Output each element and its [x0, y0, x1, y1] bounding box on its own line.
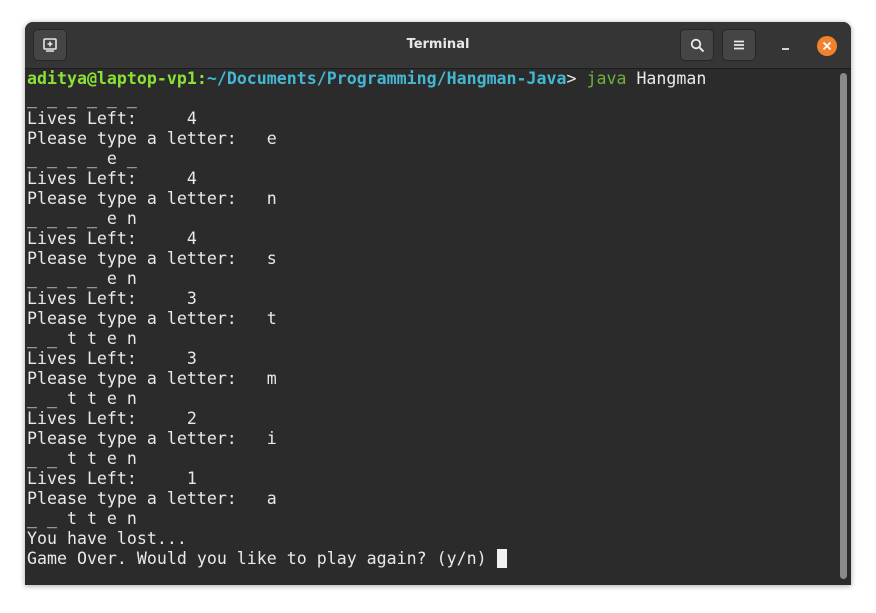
output-line: _ _ t t e n	[27, 329, 137, 348]
scrollbar[interactable]	[837, 69, 851, 585]
output-line: _ _ _ _ e n	[27, 209, 137, 228]
output-line: Please type a letter: n	[27, 189, 277, 208]
scrollbar-thumb[interactable]	[840, 73, 847, 579]
output-line: You have lost...	[27, 529, 187, 548]
output-line: Lives Left: 4	[27, 169, 197, 188]
close-icon	[822, 41, 832, 51]
output-line: _ _ t t e n	[27, 449, 137, 468]
minimize-button[interactable]	[777, 36, 795, 54]
output-line: _ _ _ _ _ _	[27, 89, 137, 108]
text-cursor	[496, 549, 507, 568]
title-bar: Terminal	[25, 22, 851, 69]
terminal-output[interactable]: aditya@laptop-vp1:~/Documents/Programmin…	[25, 69, 837, 585]
output-line: Please type a letter: t	[27, 309, 277, 328]
output-line: Lives Left: 2	[27, 409, 197, 428]
input-prompt-line: Game Over. Would you like to play again?…	[27, 549, 837, 569]
output-line: _ _ _ _ e n	[27, 269, 137, 288]
menu-button[interactable]	[722, 29, 756, 61]
play-again-prompt: Game Over. Would you like to play again?…	[27, 549, 487, 568]
output-line: Lives Left: 3	[27, 349, 197, 368]
search-button[interactable]	[680, 29, 714, 61]
prompt-symbol: >	[566, 69, 587, 88]
output-line: _ _ t t e n	[27, 389, 137, 408]
prompt-line: aditya@laptop-vp1:~/Documents/Programmin…	[27, 69, 837, 89]
output-line: Please type a letter: e	[27, 129, 277, 148]
terminal-window: Terminal aditya@laptop-vp1:~/Documents/P…	[25, 22, 851, 585]
search-icon	[690, 38, 705, 53]
prompt-separator: :	[196, 69, 207, 88]
output-line: Lives Left: 3	[27, 289, 197, 308]
output-line: Please type a letter: a	[27, 489, 277, 508]
output-line: Lives Left: 4	[27, 109, 197, 128]
output-line: _ _ t t e n	[27, 509, 137, 528]
output-line: Lives Left: 1	[27, 469, 197, 488]
command-argument: Hangman	[626, 69, 707, 88]
output-line: Please type a letter: m	[27, 369, 277, 388]
minimize-icon	[782, 48, 789, 50]
close-button[interactable]	[817, 36, 837, 56]
prompt-user-host: aditya@laptop-vp1	[27, 69, 197, 88]
prompt-path: ~/Documents/Programming/Hangman-Java	[206, 69, 567, 88]
output-line: _ _ _ _ e _	[27, 149, 137, 168]
output-line: Please type a letter: i	[27, 429, 277, 448]
output-line: Lives Left: 4	[27, 229, 197, 248]
output-line: Please type a letter: s	[27, 249, 277, 268]
command-name: java	[586, 69, 627, 88]
menu-icon	[734, 40, 744, 50]
